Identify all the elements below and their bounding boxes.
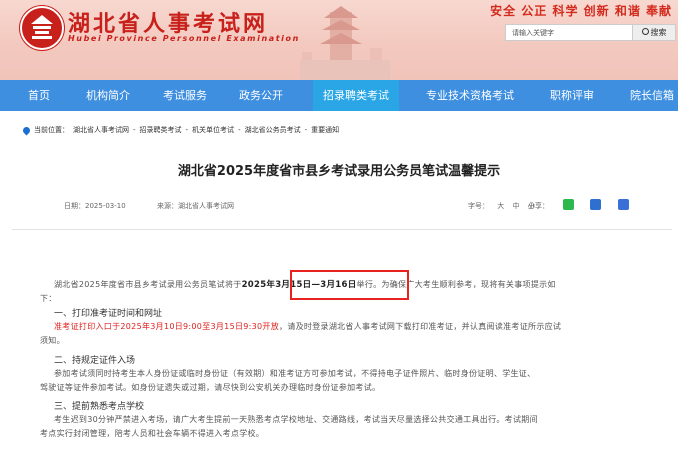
search-icon	[641, 28, 649, 35]
site-name-en: Hubei Province Personnel Examination	[68, 34, 300, 43]
main-nav: 首页 机构简介 考试服务 政务公开 招录聘类考试 专业技术资格考试 职称评审 院…	[0, 80, 678, 111]
font-size-large-button[interactable]: 大	[497, 202, 504, 210]
nav-item-recruitment-exams[interactable]: 招录聘类考试	[313, 80, 399, 111]
search-button[interactable]: 搜索	[633, 24, 676, 41]
bookmark-icon[interactable]	[618, 199, 629, 210]
article-source: 来源：湖北省人事考试网	[157, 202, 234, 210]
section-1-title: 一、打印准考证时间和网址	[54, 309, 163, 319]
breadcrumb-item-recruitment[interactable]: 招录聘类考试	[140, 125, 182, 135]
nav-item-gov-affairs[interactable]: 政务公开	[229, 80, 293, 111]
breadcrumb-item-civil-service[interactable]: 湖北省公务员考试	[245, 125, 301, 135]
location-pin-icon	[21, 125, 32, 135]
slogan-text: 安全 公正 科学 创新 和谐 奉献	[490, 4, 672, 18]
exam-date-highlight-box	[290, 270, 409, 300]
nav-item-about[interactable]: 机构简介	[76, 80, 140, 111]
breadcrumb-item-notices[interactable]: 重要通知	[311, 125, 339, 135]
intro-text-before: 湖北省2025年度省市县乡考试录用公务员笔试将于	[54, 280, 242, 289]
divider	[12, 229, 672, 230]
site-logo-icon[interactable]	[20, 6, 64, 50]
breadcrumb-separator: -	[185, 126, 189, 134]
wechat-icon[interactable]	[563, 199, 574, 210]
section-2-line-2: 驾驶证等证件参加考试。如身份证遗失或过期，请尽快到公安机关办理临时身份证参加考试…	[40, 383, 381, 392]
nav-item-home[interactable]: 首页	[14, 80, 64, 111]
nav-item-title-review[interactable]: 职称评审	[540, 80, 604, 111]
search-button-label: 搜索	[650, 28, 667, 37]
nav-item-president-mailbox[interactable]: 院长信箱	[620, 80, 678, 111]
breadcrumb-separator: -	[238, 126, 241, 134]
font-size-label: 字号：	[468, 202, 489, 210]
section-2-title: 二、持规定证件入场	[54, 356, 136, 366]
yellow-crane-tower-icon	[300, 6, 390, 80]
nav-item-exam-service[interactable]: 考试服务	[153, 80, 217, 111]
search-input[interactable]: 请输入关键字	[505, 24, 633, 41]
breadcrumb-item-agency-exams[interactable]: 机关单位考试	[192, 125, 234, 135]
breadcrumb-separator: -	[304, 126, 308, 134]
section-3-line-1: 考生迟到30分钟严禁进入考场，请广大考生提前一天熟悉考点学校地址、交通路线，考试…	[54, 415, 538, 424]
section-3-line-2: 考点实行封闭管理，陪考人员和社会车辆不得进入考点学校。	[40, 429, 265, 438]
article-title: 湖北省2025年度省市县乡考试录用公务员笔试温馨提示	[177, 164, 501, 179]
font-size-medium-button[interactable]: 中	[512, 202, 519, 210]
nav-item-professional-qualification[interactable]: 专业技术资格考试	[414, 80, 526, 111]
section-1-line: 准考证打印入口于2025年3月10日9:00至3月15日9:30开放，请及时登录…	[54, 320, 561, 334]
breadcrumb-item-home[interactable]: 湖北省人事考试网	[73, 125, 129, 135]
share-label: 分享：	[528, 202, 549, 210]
section-1-text: ，请及时登录湖北省人事考试网下载打印准考证，并认真阅读准考证所示应试	[279, 322, 562, 331]
print-icon[interactable]	[590, 199, 601, 210]
section-1-wrap: 须知。	[40, 336, 65, 345]
site-header: 湖北省人事考试网 Hubei Province Personnel Examin…	[0, 0, 678, 80]
section-2-line-1: 参加考试须同时持考生本人身份证或临时身份证（有效期）和准考证方可参加考试，不得持…	[54, 369, 536, 378]
breadcrumb: 当前位置： 湖北省人事考试网 - 招录聘类考试 - 机关单位考试 - 湖北省公务…	[21, 124, 343, 136]
intro-wrap: 下：	[40, 294, 57, 303]
font-size-controls: 字号： 大 中 小	[468, 201, 535, 211]
breadcrumb-separator: -	[133, 126, 136, 134]
section-3-title: 三、提前熟悉考点学校	[54, 402, 145, 412]
admit-card-print-window: 准考证打印入口于2025年3月10日9:00至3月15日9:30开放	[54, 322, 280, 331]
breadcrumb-prefix: 当前位置：	[34, 126, 69, 134]
article-date: 日期：2025-03-10	[64, 202, 126, 210]
